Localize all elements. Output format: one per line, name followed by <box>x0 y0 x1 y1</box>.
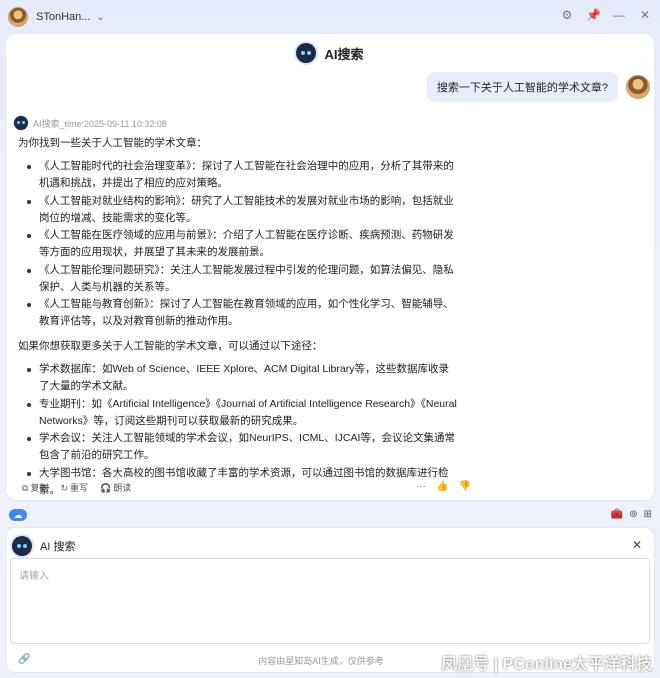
message-input[interactable] <box>11 559 649 643</box>
close-icon[interactable]: ✕ <box>638 8 652 22</box>
more-button[interactable]: ··· <box>416 481 426 492</box>
bot-logo-icon <box>14 116 28 130</box>
chevron-down-icon[interactable]: ⌄ <box>96 12 104 23</box>
toolbar-icons: 🧰 ⊚ ⊞ <box>611 509 652 520</box>
bot-answer: 为你找到一些关于人工智能的学术文章： 《人工智能时代的社会治理变革》：探讨了人工… <box>18 135 458 500</box>
toolbox-icon[interactable]: 🧰 <box>611 509 623 520</box>
copy-button[interactable]: ⧉ 复制 <box>22 481 48 494</box>
list-item: 《人工智能对就业结构的影响》：研究了人工智能技术的发展对就业市场的影响，包括就业… <box>18 193 458 227</box>
read-label: 朗读 <box>113 483 132 493</box>
input-title: AI 搜索 <box>40 541 76 553</box>
answer-intro: 为你找到一些关于人工智能的学术文章： <box>18 137 207 149</box>
list-item: 专业期刊：如《Artificial Intelligence》《Journal … <box>18 396 458 430</box>
list-item: 《人工智能伦理问题研究》：关注人工智能发展过程中引发的伦理问题，如算法偏见、隐私… <box>18 262 458 296</box>
avatar <box>626 75 650 99</box>
pin-icon[interactable]: 📌 <box>586 8 601 22</box>
user-message-bubble: 搜索一下关于人工智能的学术文章? <box>426 72 618 102</box>
message-actions: ⧉ 复制 ↻ 重写 🎧 朗读 <box>22 481 131 494</box>
list-item: 学术会议：关注人工智能领域的学术会议，如NeurIPS、ICML、IJCAI等，… <box>18 430 458 464</box>
screenshot-icon[interactable]: ⊚ <box>629 509 637 520</box>
avatar[interactable] <box>8 7 28 27</box>
answer-more-intro: 如果你想获取更多关于人工智能的学术文章，可以通过以下途径： <box>18 340 323 352</box>
user-message: 搜索一下关于人工智能的学术文章? <box>426 72 650 102</box>
rewrite-label: 重写 <box>70 483 89 493</box>
bot-logo-icon <box>296 43 317 63</box>
bot-logo-icon <box>12 536 32 556</box>
list-item: 《人工智能时代的社会治理变革》：探讨了人工智能在社会治理中的应用，分析了其带来的… <box>18 158 458 192</box>
title-bar: STonHan... ⌄ ⚙ 📌 — ✕ <box>0 0 660 34</box>
thumbs-up-icon[interactable]: 👍 <box>436 481 448 492</box>
rewrite-button[interactable]: ↻ 重写 <box>60 481 88 494</box>
gear-icon[interactable]: ⚙ <box>560 8 574 22</box>
bot-timestamp: AI搜索_time:2025-09-11 10:32:08 <box>33 118 167 129</box>
window-controls: ⚙ 📌 — ✕ <box>560 8 652 22</box>
input-header: AI 搜索 <box>12 536 75 556</box>
list-item: 《人工智能在医疗领域的应用与前景》：介绍了人工智能在医疗诊断、疾病预测、药物研发… <box>18 227 458 261</box>
ways-list: 学术数据库：如Web of Science、IEEE Xplore、ACM Di… <box>18 361 458 499</box>
list-item: 《人工智能与教育创新》：探讨了人工智能在教育领域的应用，如个性化学习、智能辅导、… <box>18 296 458 330</box>
bot-message-meta: AI搜索_time:2025-09-11 10:32:08 <box>14 116 167 130</box>
refresh-icon: ↻ <box>60 483 68 493</box>
new-chat-icon[interactable]: ⊞ <box>644 509 652 520</box>
message-feedback: ··· 👍 👎 <box>416 481 471 492</box>
read-aloud-button[interactable]: 🎧 朗读 <box>100 481 131 494</box>
chat-panel: AI搜索 搜索一下关于人工智能的学术文章? AI搜索_time:2025-09-… <box>6 34 654 500</box>
input-box <box>10 558 650 644</box>
minimize-icon[interactable]: — <box>612 8 626 22</box>
headphones-icon: 🎧 <box>100 483 112 493</box>
list-item: 学术数据库：如Web of Science、IEEE Xplore、ACM Di… <box>18 361 458 395</box>
page-title: AI搜索 <box>324 46 364 62</box>
input-toolbar: ☁ 🧰 ⊚ ⊞ <box>0 506 660 526</box>
cloud-icon[interactable]: ☁ <box>9 509 27 521</box>
close-icon[interactable]: ✕ <box>632 538 642 552</box>
copy-label: 复制 <box>30 483 49 493</box>
chat-header: AI搜索 <box>6 34 654 72</box>
thumbs-down-icon[interactable]: 👎 <box>458 481 470 492</box>
username[interactable]: STonHan... <box>36 11 90 23</box>
copy-icon: ⧉ <box>22 483 29 493</box>
article-list: 《人工智能时代的社会治理变革》：探讨了人工智能在社会治理中的应用，分析了其带来的… <box>18 158 458 330</box>
watermark: 凤凰号 | PConline太平洋科技 <box>441 656 652 673</box>
